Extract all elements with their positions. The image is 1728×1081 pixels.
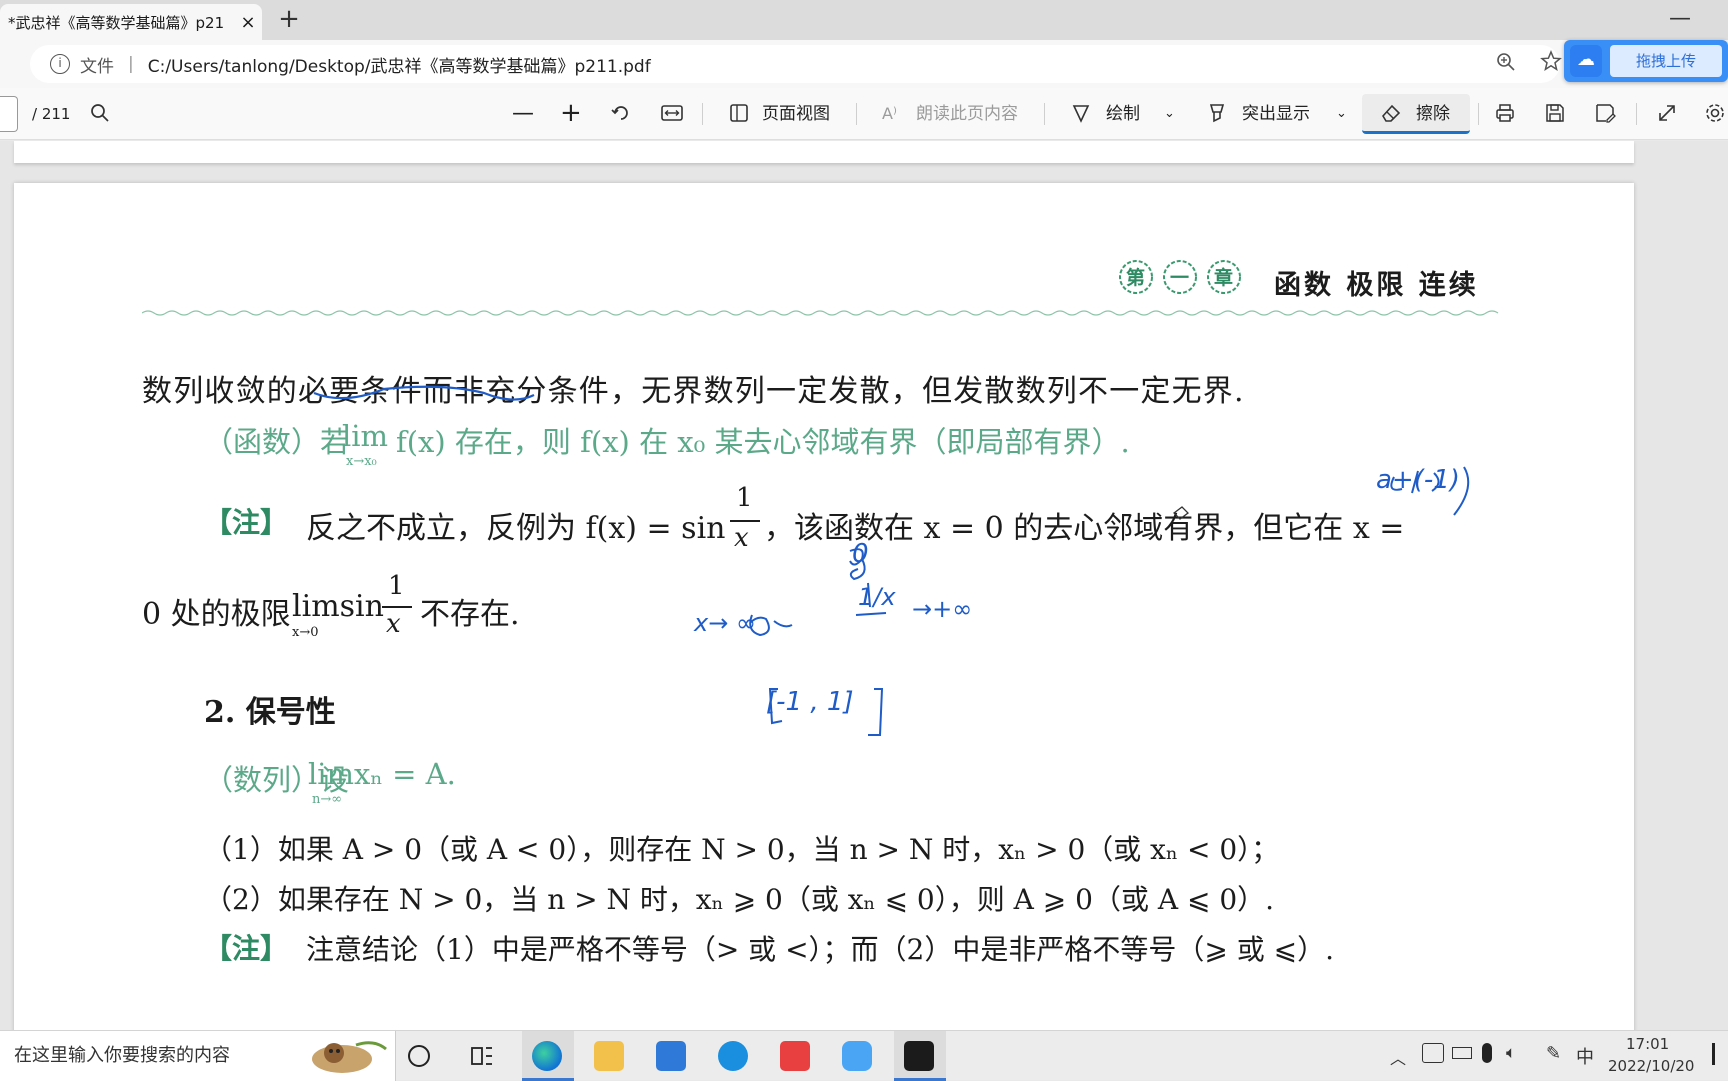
info-icon[interactable]: i bbox=[50, 54, 70, 74]
search-highlight-illustration bbox=[294, 1035, 392, 1077]
file-explorer-icon[interactable] bbox=[594, 1041, 624, 1071]
fullscreen-icon[interactable] bbox=[1656, 102, 1678, 126]
eraser-icon[interactable] bbox=[1380, 102, 1402, 126]
highlight-button[interactable]: 突出显示 bbox=[1242, 102, 1310, 126]
browser-app-icon[interactable] bbox=[718, 1041, 748, 1071]
minimize-button[interactable]: — bbox=[1668, 8, 1692, 32]
fit-width-icon[interactable] bbox=[660, 102, 684, 126]
pdf-viewer[interactable]: 第 一 章 函数 极限 连续 数列收敛的必要条件而非充分条件，无界数列一定发散，… bbox=[0, 141, 1728, 1030]
address-bar: i 文件 | C:/Users/tanlong/Desktop/武忠祥《高等数学… bbox=[0, 40, 1728, 88]
save-icon[interactable] bbox=[1544, 102, 1566, 126]
toolbar-divider bbox=[856, 103, 857, 125]
ink-text-1: a+(-1) bbox=[1376, 465, 1460, 495]
page-number-input[interactable] bbox=[0, 96, 18, 132]
new-tab-button[interactable]: + bbox=[272, 4, 306, 36]
upload-extension: ☁ 拖拽上传 bbox=[1564, 40, 1728, 82]
tray-app-icon[interactable] bbox=[1422, 1043, 1444, 1063]
ink-right-bracket bbox=[868, 688, 884, 736]
ime-indicator[interactable]: 中 bbox=[1576, 1043, 1594, 1069]
rotate-icon[interactable] bbox=[610, 102, 632, 126]
drag-upload-button[interactable]: 拖拽上传 bbox=[1610, 45, 1722, 77]
system-tray: ︿ 🔈︎ ✎ 中 17:01 2022/10/20 bbox=[1390, 1031, 1728, 1081]
save-as-icon[interactable] bbox=[1594, 102, 1616, 126]
file-label: 文件 bbox=[80, 56, 114, 77]
ink-text-4: →+∞ bbox=[912, 595, 973, 623]
settings-gear-icon[interactable] bbox=[1704, 102, 1726, 126]
zoom-in-button[interactable]: + bbox=[560, 100, 582, 126]
ink-layer bbox=[313, 385, 1470, 736]
toolbar-divider bbox=[1636, 103, 1637, 125]
pdf-page[interactable]: 第 一 章 函数 极限 连续 数列收敛的必要条件而非充分条件，无界数列一定发散，… bbox=[14, 183, 1634, 1030]
cloud-app-icon[interactable] bbox=[842, 1041, 872, 1071]
volume-icon[interactable]: 🔈︎ bbox=[1506, 1043, 1516, 1063]
cortana-icon[interactable] bbox=[408, 1045, 430, 1067]
ink-text-6: 0 bbox=[852, 539, 869, 569]
pdf-toolbar: / 211 — + 页面视图 A⁾ 朗读此页内容 绘制 ⌄ 突出显示 ⌄ 擦除 bbox=[0, 88, 1728, 140]
pen-icon[interactable]: ✎ bbox=[1546, 1043, 1561, 1064]
previous-page bbox=[14, 141, 1634, 163]
page-view-button[interactable]: 页面视图 bbox=[762, 102, 830, 126]
favorite-star-icon[interactable] bbox=[1540, 50, 1562, 78]
task-view-icon[interactable] bbox=[470, 1045, 494, 1067]
screen-recorder-icon[interactable] bbox=[904, 1041, 934, 1071]
page-view-icon[interactable] bbox=[728, 102, 750, 126]
zoom-out-button[interactable]: — bbox=[512, 102, 534, 126]
cloud-logo-icon[interactable]: ☁ bbox=[1570, 45, 1602, 77]
tray-chevron-up-icon[interactable]: ︿ bbox=[1390, 1045, 1406, 1069]
toolbar-divider bbox=[702, 103, 703, 125]
address-separator: | bbox=[128, 54, 134, 74]
address-input[interactable]: i 文件 | C:/Users/tanlong/Desktop/武忠祥《高等数学… bbox=[30, 45, 1560, 83]
draw-button[interactable]: 绘制 bbox=[1106, 102, 1140, 126]
clock-date[interactable]: 2022/10/20 bbox=[1608, 1057, 1694, 1075]
edge-icon[interactable] bbox=[532, 1041, 562, 1071]
highlight-icon[interactable] bbox=[1206, 102, 1228, 126]
huawei-app-icon[interactable] bbox=[780, 1041, 810, 1071]
battery-icon[interactable] bbox=[1452, 1047, 1472, 1059]
erase-button[interactable]: 擦除 bbox=[1416, 102, 1450, 126]
read-aloud-button[interactable]: 朗读此页内容 bbox=[916, 102, 1018, 126]
page-total: / 211 bbox=[32, 105, 71, 123]
ink-underline bbox=[313, 385, 535, 401]
microphone-icon[interactable] bbox=[1482, 1043, 1492, 1063]
tab-title: *武忠祥《高等数学基础篇》p21 bbox=[8, 13, 225, 32]
search-icon[interactable] bbox=[90, 102, 110, 126]
eraser-cursor-icon bbox=[1173, 506, 1189, 520]
highlight-chevron-down-icon[interactable]: ⌄ bbox=[1336, 102, 1347, 126]
ink-infinity-mark bbox=[749, 614, 793, 637]
show-desktop-button[interactable] bbox=[1712, 1043, 1715, 1065]
mail-icon[interactable] bbox=[656, 1041, 686, 1071]
ink-text-5: [-1 , 1] bbox=[766, 687, 854, 717]
scrollbar[interactable] bbox=[1712, 141, 1728, 1030]
read-aloud-icon: A⁾ bbox=[882, 104, 897, 123]
zoom-icon[interactable] bbox=[1496, 52, 1516, 77]
url-text[interactable]: C:/Users/tanlong/Desktop/武忠祥《高等数学基础篇》p21… bbox=[148, 52, 651, 77]
toolbar-divider bbox=[1478, 103, 1479, 125]
taskbar: 在这里输入你要搜索的内容 ︿ 🔈︎ ✎ 中 17:01 2022/10/20 bbox=[0, 1030, 1728, 1081]
draw-icon[interactable] bbox=[1070, 102, 1092, 126]
draw-chevron-down-icon[interactable]: ⌄ bbox=[1164, 102, 1175, 126]
clock-time[interactable]: 17:01 bbox=[1626, 1035, 1669, 1053]
close-tab-icon[interactable]: × bbox=[234, 12, 262, 33]
browser-tab[interactable]: *武忠祥《高等数学基础篇》p21 × bbox=[0, 4, 262, 40]
print-icon[interactable] bbox=[1494, 102, 1516, 126]
tab-strip: *武忠祥《高等数学基础篇》p21 × + — bbox=[0, 0, 1728, 40]
toolbar-divider bbox=[1044, 103, 1045, 125]
ink-text-2: x→ ∞ bbox=[694, 609, 756, 637]
ink-text-3: 1/x bbox=[858, 583, 896, 611]
